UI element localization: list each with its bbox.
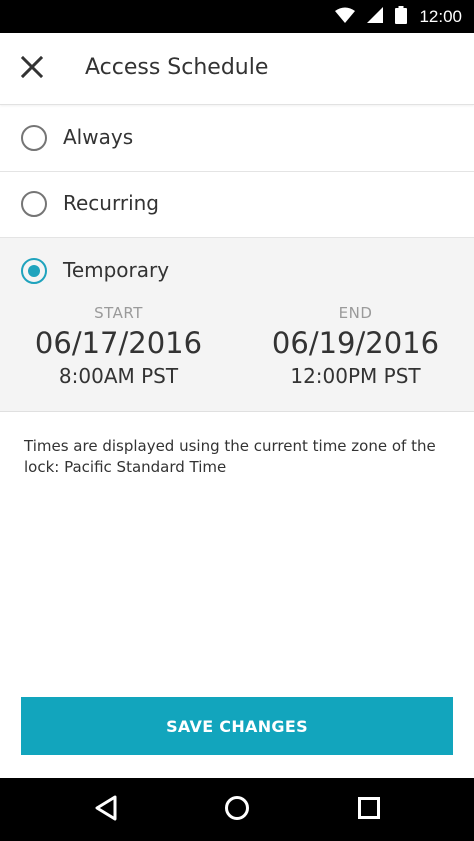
- option-recurring[interactable]: Recurring: [0, 172, 474, 238]
- home-icon: [224, 795, 250, 825]
- start-datetime[interactable]: START 06/17/2016 8:00AM PST: [0, 304, 237, 388]
- close-icon: [20, 55, 44, 82]
- timezone-note: Times are displayed using the current ti…: [24, 437, 436, 476]
- battery-icon: [395, 5, 408, 28]
- option-always[interactable]: Always: [0, 106, 474, 172]
- signal-icon: [367, 6, 384, 27]
- end-time[interactable]: 12:00PM PST: [237, 364, 474, 388]
- status-icons: 12:00: [335, 0, 462, 33]
- option-temporary: Temporary START 06/17/2016 8:00AM PST EN…: [0, 238, 474, 412]
- start-caption: START: [94, 304, 143, 322]
- close-button[interactable]: [12, 49, 52, 89]
- radio-temporary[interactable]: [21, 258, 47, 284]
- option-label-always: Always: [63, 125, 134, 149]
- navigation-bar: [0, 778, 474, 841]
- status-time: 12:00: [419, 6, 462, 26]
- recents-button[interactable]: [349, 790, 389, 830]
- back-icon: [94, 795, 118, 825]
- app-bar: Access Schedule: [0, 33, 474, 105]
- start-time[interactable]: 8:00AM PST: [0, 364, 237, 388]
- option-label-temporary: Temporary: [63, 258, 170, 282]
- save-changes-button[interactable]: SAVE CHANGES: [21, 697, 453, 755]
- home-button[interactable]: [217, 790, 257, 830]
- end-caption: END: [338, 304, 373, 322]
- status-bar: 12:00: [0, 0, 474, 33]
- wifi-icon: [335, 7, 356, 27]
- option-label-recurring: Recurring: [63, 191, 159, 215]
- end-datetime[interactable]: END 06/19/2016 12:00PM PST: [237, 304, 474, 388]
- start-date[interactable]: 06/17/2016: [0, 326, 237, 360]
- radio-recurring[interactable]: [21, 191, 47, 217]
- end-date[interactable]: 06/19/2016: [237, 326, 474, 360]
- page-title: Access Schedule: [85, 55, 269, 80]
- back-button[interactable]: [86, 790, 126, 830]
- recents-icon: [357, 796, 381, 824]
- radio-always[interactable]: [21, 125, 47, 151]
